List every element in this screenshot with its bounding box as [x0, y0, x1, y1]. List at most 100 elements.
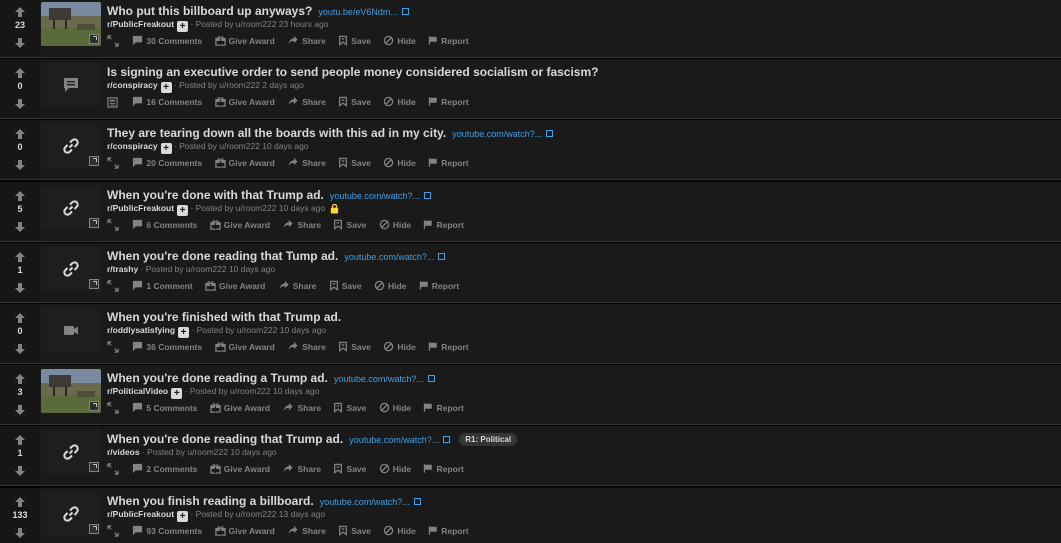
share-button[interactable]: Share: [287, 96, 326, 107]
post-domain-link[interactable]: youtu.be/eV6Ndm...: [318, 7, 398, 17]
post-title[interactable]: They are tearing down all the boards wit…: [107, 126, 446, 140]
post-row[interactable]: 3 When you're done reading a Trump ad. yo…: [0, 365, 1061, 425]
post-domain-link[interactable]: youtube.com/watch?...: [344, 252, 434, 262]
save-button[interactable]: Save: [338, 525, 371, 536]
report-button[interactable]: Report: [423, 463, 464, 474]
external-link-icon[interactable]: [413, 498, 421, 505]
external-link-badge-icon[interactable]: [89, 524, 99, 534]
report-button[interactable]: Report: [428, 35, 469, 46]
give-award-button[interactable]: Give Award: [214, 525, 275, 536]
hide-button[interactable]: Hide: [383, 157, 416, 168]
post-row[interactable]: 5 When you're done with that Trump ad. yo…: [0, 182, 1061, 242]
subreddit-link[interactable]: r/PublicFreakout: [107, 19, 174, 29]
post-domain-link[interactable]: youtube.com/watch?...: [334, 374, 424, 384]
subreddit-link[interactable]: r/PublicFreakout: [107, 203, 174, 213]
hide-button[interactable]: Hide: [379, 219, 411, 230]
join-subreddit-button[interactable]: +: [177, 511, 189, 522]
external-link-icon[interactable]: [401, 8, 409, 15]
expand-icon[interactable]: [107, 280, 121, 294]
comments-button[interactable]: 6 Comments: [132, 219, 197, 230]
external-link-badge-icon[interactable]: [89, 34, 99, 44]
hide-button[interactable]: Hide: [383, 96, 416, 107]
report-button[interactable]: Report: [428, 525, 469, 536]
post-domain-link[interactable]: youtube.com/watch?...: [349, 435, 439, 445]
expand-icon[interactable]: [107, 402, 121, 416]
comments-button[interactable]: 30 Comments: [132, 35, 202, 46]
external-link-badge-icon[interactable]: [89, 462, 99, 472]
subreddit-link[interactable]: r/videos: [107, 447, 140, 457]
share-button[interactable]: Share: [287, 35, 326, 46]
downvote-icon[interactable]: [14, 342, 26, 354]
hide-button[interactable]: Hide: [383, 35, 416, 46]
downvote-icon[interactable]: [14, 220, 26, 232]
comments-button[interactable]: 2 Comments: [132, 463, 197, 474]
upvote-icon[interactable]: [14, 250, 26, 262]
report-button[interactable]: Report: [428, 96, 469, 107]
comments-button[interactable]: 36 Comments: [132, 341, 202, 352]
post-domain-link[interactable]: youtube.com/watch?...: [452, 129, 542, 139]
comments-button[interactable]: 20 Comments: [132, 157, 202, 168]
save-button[interactable]: Save: [329, 280, 362, 291]
upvote-icon[interactable]: [14, 66, 26, 78]
post-row[interactable]: 0 When you're finished with that Trump a…: [0, 304, 1061, 364]
external-link-badge-icon[interactable]: [89, 156, 99, 166]
external-link-icon[interactable]: [423, 192, 431, 199]
hide-button[interactable]: Hide: [379, 402, 411, 413]
subreddit-link[interactable]: r/PoliticalVideo: [107, 386, 168, 396]
comments-button[interactable]: 16 Comments: [132, 96, 202, 107]
external-link-badge-icon[interactable]: [89, 401, 99, 411]
subreddit-link[interactable]: r/trashy: [107, 264, 138, 274]
post-title[interactable]: When you're done reading that Trump ad.: [107, 432, 343, 446]
give-award-button[interactable]: Give Award: [210, 402, 270, 413]
expand-icon[interactable]: [107, 219, 121, 233]
subreddit-link[interactable]: r/conspiracy: [107, 80, 158, 90]
text-post-icon[interactable]: [107, 97, 121, 110]
expand-icon[interactable]: [107, 463, 121, 477]
subreddit-link[interactable]: r/conspiracy: [107, 141, 158, 151]
external-link-icon[interactable]: [443, 436, 451, 443]
join-subreddit-button[interactable]: +: [177, 205, 189, 216]
give-award-button[interactable]: Give Award: [210, 219, 270, 230]
save-button[interactable]: Save: [333, 219, 366, 230]
hide-button[interactable]: Hide: [383, 341, 416, 352]
save-button[interactable]: Save: [333, 402, 366, 413]
external-link-badge-icon[interactable]: [89, 279, 99, 289]
save-button[interactable]: Save: [333, 463, 366, 474]
share-button[interactable]: Share: [287, 157, 326, 168]
hide-button[interactable]: Hide: [379, 463, 411, 474]
join-subreddit-button[interactable]: +: [178, 327, 190, 338]
upvote-icon[interactable]: [14, 311, 26, 323]
post-title[interactable]: When you're done reading a Trump ad.: [107, 371, 328, 385]
share-button[interactable]: Share: [282, 402, 321, 413]
save-button[interactable]: Save: [338, 96, 371, 107]
external-link-icon[interactable]: [427, 375, 435, 382]
comments-button[interactable]: 93 Comments: [132, 525, 202, 536]
upvote-icon[interactable]: [14, 189, 26, 201]
upvote-icon[interactable]: [14, 372, 26, 384]
hide-button[interactable]: Hide: [383, 525, 416, 536]
text-post-icon[interactable]: [41, 63, 101, 107]
post-row[interactable]: 0 They are tearing down all the boards w…: [0, 120, 1061, 180]
give-award-button[interactable]: Give Award: [214, 341, 275, 352]
upvote-icon[interactable]: [14, 433, 26, 445]
join-subreddit-button[interactable]: +: [160, 82, 172, 93]
save-button[interactable]: Save: [338, 157, 371, 168]
upvote-icon[interactable]: [14, 127, 26, 139]
post-title[interactable]: When you finish reading a billboard.: [107, 494, 314, 508]
join-subreddit-button[interactable]: +: [160, 143, 172, 154]
share-button[interactable]: Share: [278, 280, 316, 291]
external-link-icon[interactable]: [438, 253, 446, 260]
post-title[interactable]: Is signing an executive order to send pe…: [107, 65, 598, 79]
report-button[interactable]: Report: [423, 402, 464, 413]
share-button[interactable]: Share: [287, 525, 326, 536]
external-link-badge-icon[interactable]: [89, 218, 99, 228]
downvote-icon[interactable]: [14, 403, 26, 415]
subreddit-link[interactable]: r/oddlysatisfying: [107, 325, 175, 335]
save-button[interactable]: Save: [338, 341, 371, 352]
post-row[interactable]: 0 Is signing an executive order to send …: [0, 59, 1061, 119]
post-domain-link[interactable]: youtube.com/watch?...: [320, 497, 410, 507]
join-subreddit-button[interactable]: +: [177, 21, 189, 32]
post-title[interactable]: When you're finished with that Trump ad.: [107, 310, 341, 324]
report-button[interactable]: Report: [423, 219, 464, 230]
post-domain-link[interactable]: youtube.com/watch?...: [330, 191, 420, 201]
